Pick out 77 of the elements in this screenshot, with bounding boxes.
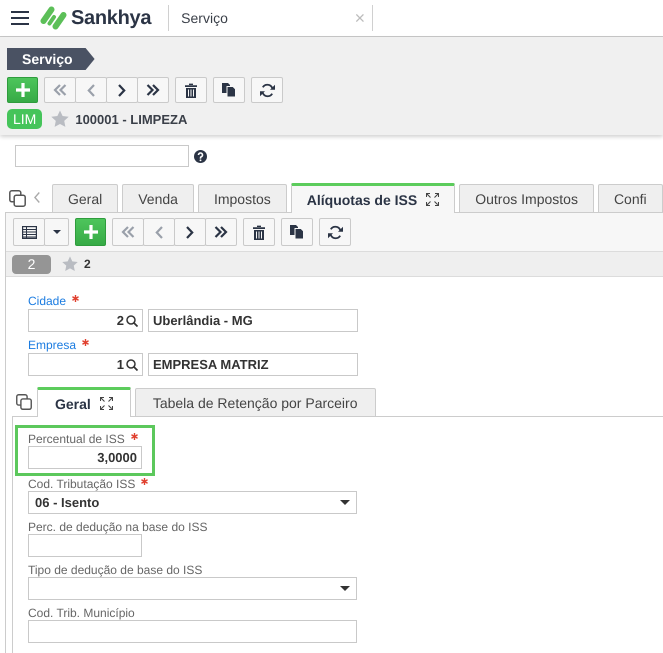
input-field[interactable] xyxy=(28,620,357,643)
field-label: Cod. Trib. Município xyxy=(28,606,135,620)
double-chevron-right-icon xyxy=(214,226,228,238)
field-label: Cidade xyxy=(28,294,66,308)
record-title: 2 xyxy=(84,257,91,271)
code-field[interactable]: 2 xyxy=(28,309,143,332)
next-record-button[interactable] xyxy=(106,77,138,103)
copy-icon[interactable] xyxy=(16,394,32,410)
tab[interactable]: Impostos xyxy=(198,184,287,212)
chevron-left-icon xyxy=(155,226,163,238)
field-label: Percentual de ISS xyxy=(28,432,125,446)
plus-icon xyxy=(16,83,30,97)
search-icon[interactable] xyxy=(126,358,138,370)
caret-down-icon xyxy=(52,230,60,234)
trash-icon xyxy=(185,82,197,98)
copy-icon[interactable] xyxy=(9,190,26,207)
help-icon[interactable] xyxy=(194,150,207,162)
add-button[interactable] xyxy=(75,218,106,246)
duplicate-button[interactable] xyxy=(213,77,245,103)
search-icon[interactable] xyxy=(126,314,138,326)
last-record-button[interactable] xyxy=(205,218,237,246)
double-chevron-left-icon xyxy=(121,226,135,238)
field-label: Perc. de dedução na base do ISS xyxy=(28,520,208,534)
double-chevron-left-icon xyxy=(53,84,67,96)
tab[interactable]: Tabela de Retenção por Parceiro xyxy=(134,388,376,416)
caret-down-icon xyxy=(340,500,350,505)
star-icon[interactable] xyxy=(51,110,70,128)
refresh-icon xyxy=(328,224,342,240)
table-view-button[interactable] xyxy=(13,218,45,246)
record-title: 100001 - LIMPEZA xyxy=(75,112,188,126)
refresh-button[interactable] xyxy=(319,218,351,246)
delete-button[interactable] xyxy=(243,218,275,246)
field-label: Cod. Tributação ISS xyxy=(28,476,136,490)
duplicate-button[interactable] xyxy=(281,218,313,246)
field-label: Tipo de dedução de base do ISS xyxy=(28,562,202,576)
input-field[interactable] xyxy=(28,534,142,557)
input-field[interactable] xyxy=(15,145,189,167)
record-badge: 2 xyxy=(12,254,51,274)
next-record-button[interactable] xyxy=(174,218,206,246)
chevron-right-icon xyxy=(186,226,194,238)
brand-name: Sankhya xyxy=(71,6,152,30)
table-icon xyxy=(22,226,36,238)
tab[interactable]: Venda xyxy=(122,184,194,212)
expand-icon[interactable] xyxy=(100,397,113,410)
trash-icon xyxy=(253,224,265,240)
field-label: Empresa xyxy=(28,338,76,352)
description-field[interactable]: Uberlândia - MG xyxy=(148,309,358,332)
star-icon[interactable] xyxy=(62,256,78,272)
menu-icon[interactable] xyxy=(11,11,29,25)
refresh-icon xyxy=(260,82,274,98)
documents-icon xyxy=(222,83,236,97)
chevron-right-icon xyxy=(118,84,126,96)
documents-icon xyxy=(290,225,304,239)
tab[interactable]: Alíquotas de ISS xyxy=(290,183,456,213)
description-field[interactable]: EMPRESA MATRIZ xyxy=(148,353,358,376)
document-tab[interactable]: Serviço × xyxy=(168,5,374,31)
dropdown-field[interactable] xyxy=(28,577,357,600)
refresh-button[interactable] xyxy=(251,77,283,103)
logo-icon xyxy=(40,6,67,30)
double-chevron-right-icon xyxy=(146,84,160,96)
dropdown-field[interactable]: 06 - Isento xyxy=(28,491,357,514)
caret-down-icon xyxy=(340,586,350,591)
expand-icon[interactable] xyxy=(426,193,440,206)
tab[interactable]: Confi xyxy=(598,184,663,212)
chevron-left-icon xyxy=(87,84,95,96)
tab[interactable]: Geral xyxy=(37,387,131,417)
tab[interactable]: Geral xyxy=(52,184,118,212)
input-field[interactable]: 3,0000 xyxy=(28,446,142,469)
last-record-button[interactable] xyxy=(137,77,169,103)
tab[interactable]: Outros Impostos xyxy=(459,184,594,212)
delete-button[interactable] xyxy=(175,77,207,103)
code-field[interactable]: 1 xyxy=(28,353,143,376)
add-button[interactable] xyxy=(7,77,38,103)
plus-icon xyxy=(84,225,98,239)
record-badge: LIM xyxy=(7,109,42,129)
breadcrumb-tag[interactable]: Serviço xyxy=(7,48,95,70)
tab-title: Serviço xyxy=(181,10,228,26)
